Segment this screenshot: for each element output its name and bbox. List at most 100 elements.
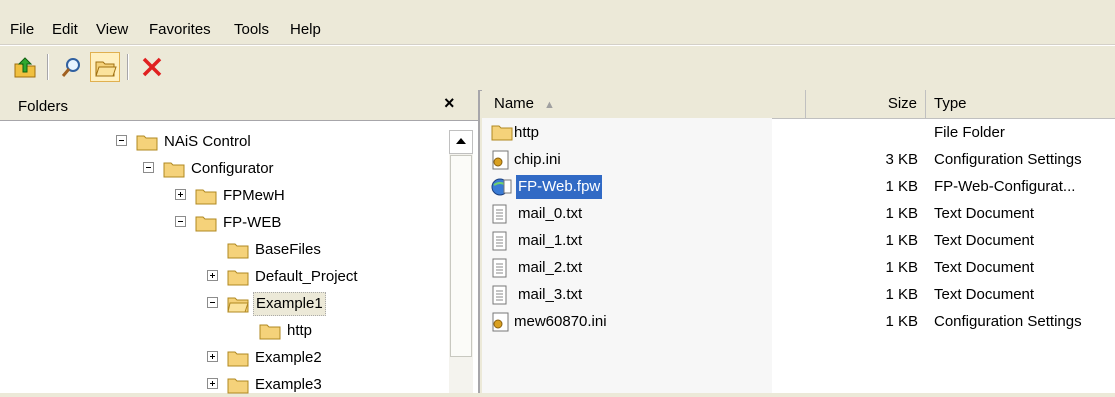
up-folder-button[interactable] (10, 52, 40, 82)
file-type: FP-Web-Configurat... (934, 178, 1076, 195)
tree-node-fpmewh[interactable]: FPMewH (175, 184, 375, 208)
text-file-icon (492, 258, 507, 278)
file-name: FP-Web.fpw (516, 175, 603, 199)
up-folder-icon (14, 57, 36, 78)
file-list-pane: Name ▲ Size Type http File Folder chip.in… (482, 90, 1115, 393)
file-name: chip.ini (514, 151, 561, 168)
folders-icon (95, 61, 117, 77)
tree-node-example1[interactable]: Example1 (207, 292, 407, 316)
tree-node-example3[interactable]: Example3 (207, 373, 407, 397)
file-list-header: Name ▲ Size Type (482, 90, 1115, 119)
search-button[interactable] (57, 52, 87, 82)
tree-node-configurator[interactable]: Configurator (143, 157, 343, 181)
tree-node-label: Example3 (255, 376, 322, 393)
file-name: http (514, 124, 540, 141)
column-header-name[interactable]: Name ▲ (482, 90, 806, 118)
file-size: 1 KB (885, 232, 918, 249)
tree-node-fp-web[interactable]: FP-WEB (175, 211, 375, 235)
folders-pane-title: Folders (18, 98, 69, 115)
toolbar-separator (47, 54, 49, 80)
file-size: 1 KB (885, 259, 918, 276)
file-name: mail_0.txt (518, 205, 583, 222)
tree-node-label: FPMewH (223, 187, 285, 204)
tree-node-label: NAiS Control (164, 133, 251, 150)
menu-bar: File Edit View Favorites Tools Help (0, 0, 1115, 45)
folder-icon (227, 270, 249, 286)
open-folder-icon (227, 297, 249, 313)
folders-button[interactable] (90, 52, 120, 82)
file-name: mew60870.ini (514, 313, 607, 330)
file-type: Text Document (934, 205, 1035, 222)
tree-node-example2[interactable]: Example2 (207, 346, 407, 370)
file-row-selected[interactable]: FP-Web.fpw 1 KB FP-Web-Configurat... (482, 173, 1115, 200)
collapse-icon[interactable] (175, 216, 186, 227)
folder-icon (491, 125, 513, 141)
file-row[interactable]: mail_2.txt 1 KB Text Document (482, 254, 1115, 281)
file-size: 3 KB (885, 151, 918, 168)
file-size: 1 KB (885, 286, 918, 303)
file-type: Text Document (934, 259, 1035, 276)
folders-pane: Folders × NAiS Control Configurator FPMe… (0, 90, 480, 394)
tree-node-label: Example2 (255, 349, 322, 366)
config-file-icon (492, 150, 509, 170)
file-size: 1 KB (885, 178, 918, 195)
expand-icon[interactable] (207, 270, 218, 281)
folders-pane-header: Folders × (0, 90, 478, 121)
folder-icon (163, 162, 185, 178)
toolbar (0, 45, 1115, 91)
menu-view[interactable]: View (94, 21, 130, 39)
expand-icon[interactable] (207, 378, 218, 389)
file-name: mail_1.txt (518, 232, 583, 249)
tree-node-nais-control[interactable]: NAiS Control (116, 130, 316, 154)
menu-edit[interactable]: Edit (50, 21, 80, 39)
tree-node-default-project[interactable]: Default_Project (207, 265, 407, 289)
text-file-icon (492, 285, 507, 305)
menu-tools[interactable]: Tools (232, 21, 271, 39)
tree-node-label: Default_Project (255, 268, 358, 285)
search-icon (61, 58, 80, 77)
file-size: 1 KB (885, 313, 918, 330)
sort-ascending-icon: ▲ (544, 99, 555, 111)
collapse-icon[interactable] (116, 135, 127, 146)
tree-node-http[interactable]: http (239, 319, 439, 343)
column-name-label: Name (494, 95, 535, 112)
tree-node-label: http (287, 322, 313, 339)
text-file-icon (492, 204, 507, 224)
folder-icon (136, 135, 158, 151)
folder-icon (227, 378, 249, 394)
tree-node-label: FP-WEB (223, 214, 282, 231)
file-type: File Folder (934, 124, 1005, 141)
folder-icon (259, 324, 281, 340)
tree-node-label: Example1 (253, 292, 326, 316)
config-file-icon (492, 312, 509, 332)
tree-node-label: BaseFiles (255, 241, 321, 258)
collapse-icon[interactable] (207, 297, 218, 308)
close-pane-button[interactable]: × (444, 93, 455, 114)
column-header-type[interactable]: Type (926, 90, 1115, 118)
collapse-icon[interactable] (143, 162, 154, 173)
file-row[interactable]: mail_0.txt 1 KB Text Document (482, 200, 1115, 227)
toolbar-separator (127, 54, 129, 80)
file-size: 1 KB (885, 205, 918, 222)
expand-icon[interactable] (175, 189, 186, 200)
menu-favorites[interactable]: Favorites (147, 21, 213, 39)
folders-scrollbar[interactable] (449, 130, 473, 393)
column-header-size[interactable]: Size (806, 90, 926, 118)
expand-icon[interactable] (207, 351, 218, 362)
file-name: mail_3.txt (518, 286, 583, 303)
delete-button[interactable] (137, 52, 167, 82)
menu-help[interactable]: Help (288, 21, 323, 39)
file-row[interactable]: mew60870.ini 1 KB Configuration Settings (482, 308, 1115, 335)
folder-icon (195, 189, 217, 205)
scroll-thumb[interactable] (450, 155, 472, 357)
file-row[interactable]: http File Folder (482, 119, 1115, 146)
file-row[interactable]: mail_1.txt 1 KB Text Document (482, 227, 1115, 254)
file-type: Configuration Settings (934, 313, 1082, 330)
file-row[interactable]: mail_3.txt 1 KB Text Document (482, 281, 1115, 308)
scroll-up-button[interactable] (449, 130, 473, 154)
file-row[interactable]: chip.ini 3 KB Configuration Settings (482, 146, 1115, 173)
menu-file[interactable]: File (8, 21, 36, 39)
tree-node-basefiles[interactable]: BaseFiles (207, 238, 407, 262)
file-name: mail_2.txt (518, 259, 583, 276)
tree-node-label: Configurator (191, 160, 274, 177)
